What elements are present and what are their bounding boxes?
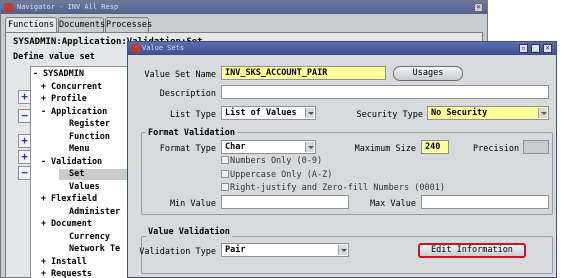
- function-tree[interactable]: - SYSADMIN + Concurrent + Profile - Application…: [30, 66, 138, 278]
- tree-item-label: Concurrent: [51, 81, 103, 92]
- tree-item[interactable]: + Requests: [41, 269, 92, 278]
- minimize-icon[interactable]: _: [531, 44, 540, 53]
- min-value-field[interactable]: [221, 195, 349, 209]
- expand-node-icon[interactable]: +: [41, 94, 51, 105]
- tree-item[interactable]: Administer: [59, 207, 120, 218]
- edit-information-button[interactable]: Edit Information: [418, 243, 526, 258]
- tree-item-label: Administer: [69, 206, 121, 217]
- tree-item-label: Document: [51, 219, 92, 229]
- tree-item-label: Application: [51, 106, 108, 117]
- tree-item-label: SYSADMIN: [43, 69, 84, 79]
- format-type-select[interactable]: Char: [221, 140, 316, 154]
- security-type-select[interactable]: No Security: [427, 106, 549, 120]
- tree-item[interactable]: - SYSADMIN: [33, 69, 84, 80]
- tab-processes[interactable]: Processes: [105, 17, 152, 32]
- tree-item[interactable]: - Application: [41, 107, 107, 118]
- oracle-app-icon: [4, 3, 13, 12]
- oracle-app-icon: [131, 44, 140, 53]
- collapse-node-icon[interactable]: -: [41, 157, 51, 168]
- numbers-only-checkbox[interactable]: Numbers Only (0-9): [221, 156, 322, 166]
- tree-item-label: Values: [69, 181, 100, 192]
- min-value-label: Min Value: [169, 199, 216, 209]
- uppercase-only-checkbox[interactable]: Uppercase Only (A-Z): [221, 170, 332, 180]
- maximum-size-label: Maximum Size: [354, 144, 416, 154]
- right-justify-checkbox[interactable]: Right-justify and Zero-fill Numbers (000…: [221, 183, 445, 193]
- tree-item[interactable]: Function: [59, 132, 110, 143]
- chevron-down-icon[interactable]: [305, 108, 314, 118]
- max-value-label: Max Value: [369, 199, 416, 209]
- tree-item-label: Currency: [69, 231, 110, 242]
- tree-item-label: Register: [69, 119, 110, 129]
- restore-icon[interactable]: ▫: [519, 44, 528, 53]
- expand-node-icon[interactable]: +: [41, 219, 51, 230]
- navigator-subheading: Define value set: [13, 52, 95, 62]
- collapse-node-icon[interactable]: -: [41, 107, 51, 118]
- tree-item-label: Validation: [51, 156, 103, 167]
- tree-item[interactable]: + Flexfield: [41, 194, 97, 205]
- collapse-node-icon[interactable]: -: [33, 69, 43, 80]
- expand-node-icon[interactable]: +: [41, 82, 51, 93]
- usages-button[interactable]: Usages: [393, 66, 463, 81]
- expand-node-icon[interactable]: +: [41, 257, 51, 268]
- value-sets-titlebar[interactable]: Value Sets: [128, 42, 556, 55]
- tree-item-label: Flexfield: [51, 194, 98, 204]
- tree-item[interactable]: + Document: [41, 219, 92, 230]
- maximum-size-field[interactable]: 240: [421, 140, 449, 154]
- tree-item-label: Install: [51, 256, 87, 267]
- chevron-down-icon[interactable]: [305, 142, 314, 152]
- tree-item[interactable]: Values: [59, 182, 100, 193]
- list-type-label: List Type: [169, 110, 216, 120]
- tree-item[interactable]: + Profile: [41, 94, 87, 105]
- list-type-select[interactable]: List of Values: [221, 106, 316, 120]
- description-field[interactable]: [221, 85, 549, 99]
- tree-item[interactable]: + Concurrent: [41, 82, 102, 93]
- tab-documents[interactable]: Documents: [58, 17, 105, 32]
- tree-item-label: Menu: [69, 144, 90, 154]
- tree-item[interactable]: Currency: [59, 232, 110, 243]
- chevron-down-icon[interactable]: [338, 245, 347, 255]
- value-set-name-field[interactable]: INV_SKS_ACCOUNT_PAIR: [221, 66, 386, 80]
- format-type-label: Format Type: [159, 144, 216, 154]
- format-validation-title: Format Validation: [146, 128, 237, 138]
- max-value-field[interactable]: [421, 195, 549, 209]
- validation-type-select[interactable]: Pair: [221, 243, 349, 257]
- tree-item[interactable]: Register: [59, 119, 110, 130]
- precision-field[interactable]: [523, 140, 549, 154]
- validation-type-label: Validation Type: [139, 247, 216, 257]
- value-set-name-label: Value Set Name: [144, 70, 216, 80]
- chevron-down-icon[interactable]: [538, 108, 547, 118]
- description-label: Description: [159, 89, 216, 99]
- expand-node-icon[interactable]: +: [41, 194, 51, 205]
- expand-node-icon[interactable]: +: [41, 269, 51, 278]
- checkbox-icon[interactable]: [221, 183, 229, 191]
- close-icon[interactable]: ×: [474, 3, 483, 12]
- tree-item-label: Profile: [51, 94, 87, 104]
- security-type-label: Security Type: [356, 110, 423, 120]
- tree-item-label: Network Te: [69, 244, 121, 254]
- navigator-title: Navigator - INV All Resp: [17, 3, 119, 11]
- navigator-titlebar[interactable]: Navigator - INV All Resp: [1, 1, 487, 14]
- tree-item[interactable]: Menu: [59, 144, 89, 155]
- tree-item-label: Requests: [51, 269, 92, 278]
- tree-item[interactable]: Network Te: [59, 244, 120, 255]
- tree-item-label: Set: [69, 169, 85, 179]
- tab-functions[interactable]: Functions: [5, 17, 57, 33]
- checkbox-icon[interactable]: [221, 170, 229, 178]
- tree-item-label: Function: [69, 131, 110, 142]
- precision-label: Precision: [473, 144, 520, 154]
- value-sets-window: Value Sets ▫ _ × Value Set Name INV_SKS_…: [127, 41, 557, 278]
- value-validation-title: Value Validation: [146, 227, 232, 237]
- checkbox-icon[interactable]: [221, 156, 229, 164]
- close-icon[interactable]: ×: [543, 44, 552, 53]
- value-sets-title: Value Sets: [142, 44, 185, 52]
- tree-item[interactable]: - Validation: [41, 157, 102, 168]
- tree-item[interactable]: + Install: [41, 257, 87, 268]
